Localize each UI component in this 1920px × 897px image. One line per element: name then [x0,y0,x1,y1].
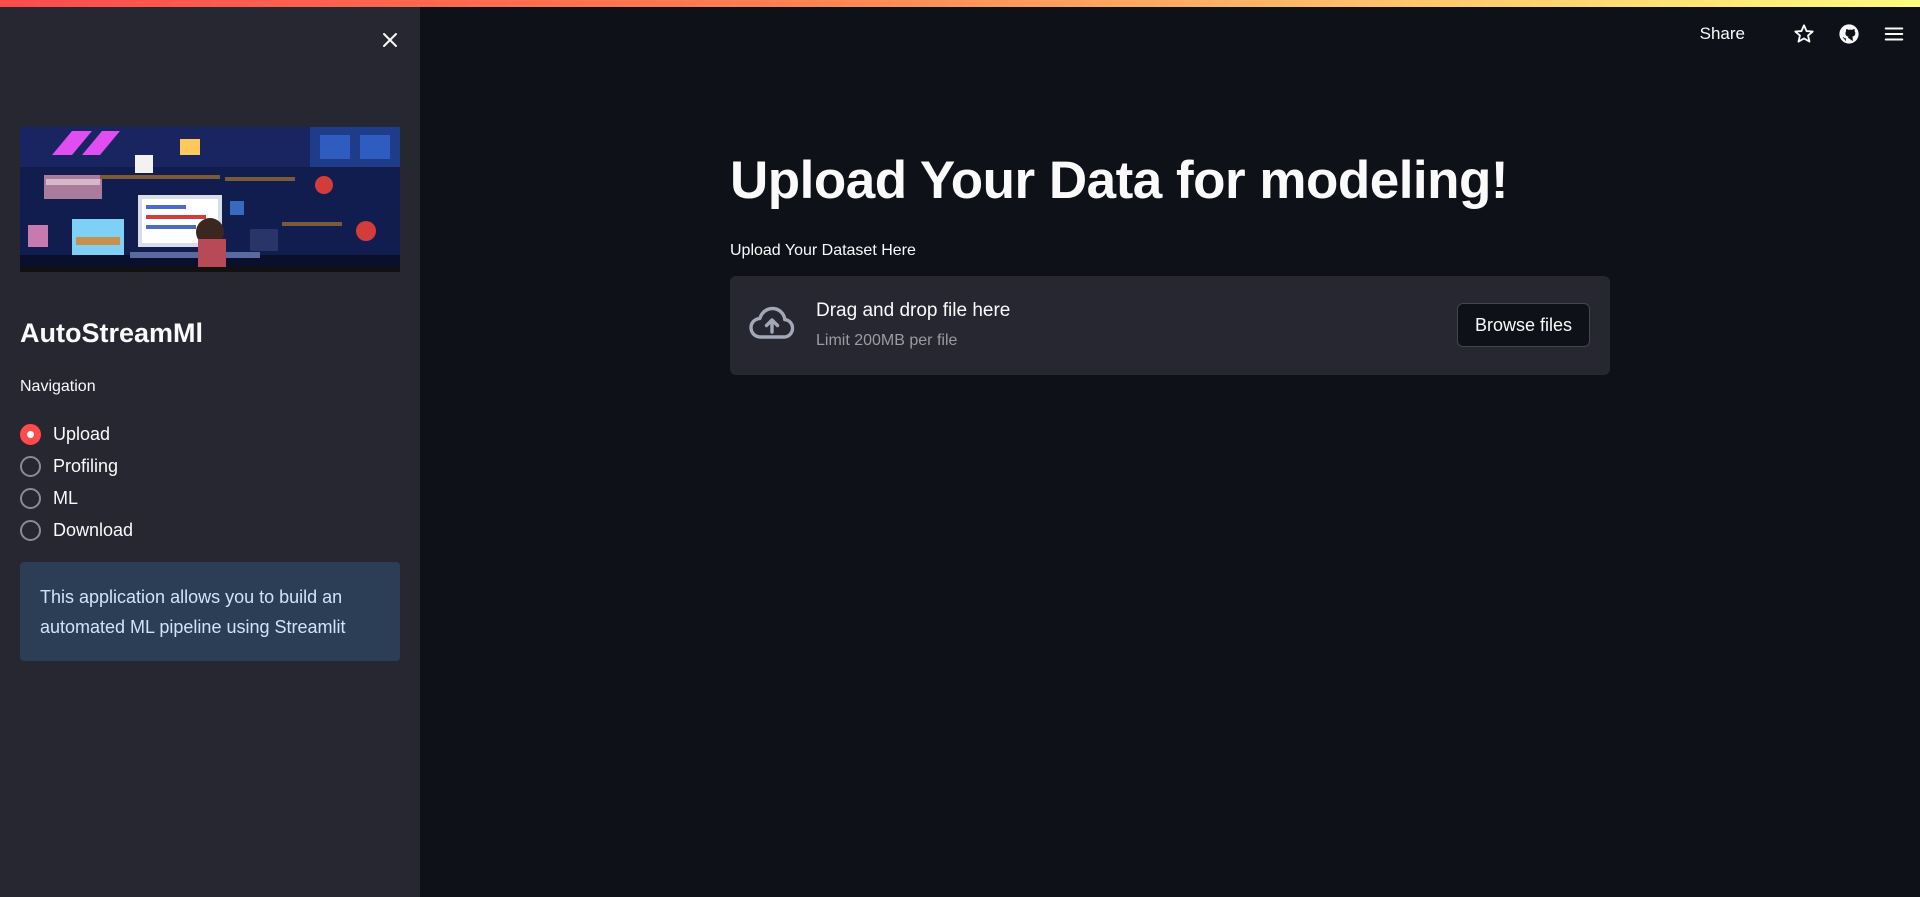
nav-option-download[interactable]: Download [20,514,133,546]
navigation-label: Navigation [20,378,96,395]
radio-button-selected[interactable] [20,423,41,445]
header-toolbar: Share [1700,22,1906,46]
info-text-line: automated ML pipeline using Streamlit [40,617,346,637]
radio-button[interactable] [20,519,41,541]
hamburger-menu-icon[interactable] [1882,22,1906,46]
github-icon[interactable] [1837,22,1861,46]
nav-option-label: Upload [53,423,111,444]
close-icon [383,33,397,47]
navigation-radio-group: Upload Profiling ML Download [20,418,133,546]
nav-option-upload[interactable]: Upload [20,418,133,450]
sidebar-title: AutoStreamMl [20,318,204,348]
nav-option-profiling[interactable]: Profiling [20,450,133,482]
dropzone-size-limit: Limit 200MB per file [816,332,958,349]
radio-button[interactable] [20,487,41,509]
browse-files-button[interactable]: Browse files [1457,303,1590,347]
top-decoration-bar [0,0,1920,7]
nav-option-label: Profiling [53,455,119,476]
nav-option-ml[interactable]: ML [20,482,133,514]
radio-button[interactable] [20,455,41,477]
info-text-line: This application allows you to build an [40,587,343,607]
info-box: This application allows you to build an … [20,562,400,661]
app-root: AutoStreamMl Navigation Upload Profiling… [0,0,1920,897]
star-icon[interactable] [1792,22,1816,46]
nav-option-label: ML [53,487,79,508]
cloud-upload-icon [749,306,795,339]
file-uploader-label: Upload Your Dataset Here [730,242,916,259]
close-sidebar-button[interactable] [376,26,404,54]
page-title: Upload Your Data for modeling! [730,151,1509,210]
sidebar: AutoStreamMl Navigation Upload Profiling… [0,0,420,897]
file-dropzone[interactable]: Drag and drop file here Limit 200MB per … [730,276,1610,375]
share-button[interactable]: Share [1700,24,1745,44]
dropzone-instructions: Drag and drop file here [816,300,1011,321]
nav-option-label: Download [53,519,134,540]
sidebar-banner-image [20,127,400,272]
